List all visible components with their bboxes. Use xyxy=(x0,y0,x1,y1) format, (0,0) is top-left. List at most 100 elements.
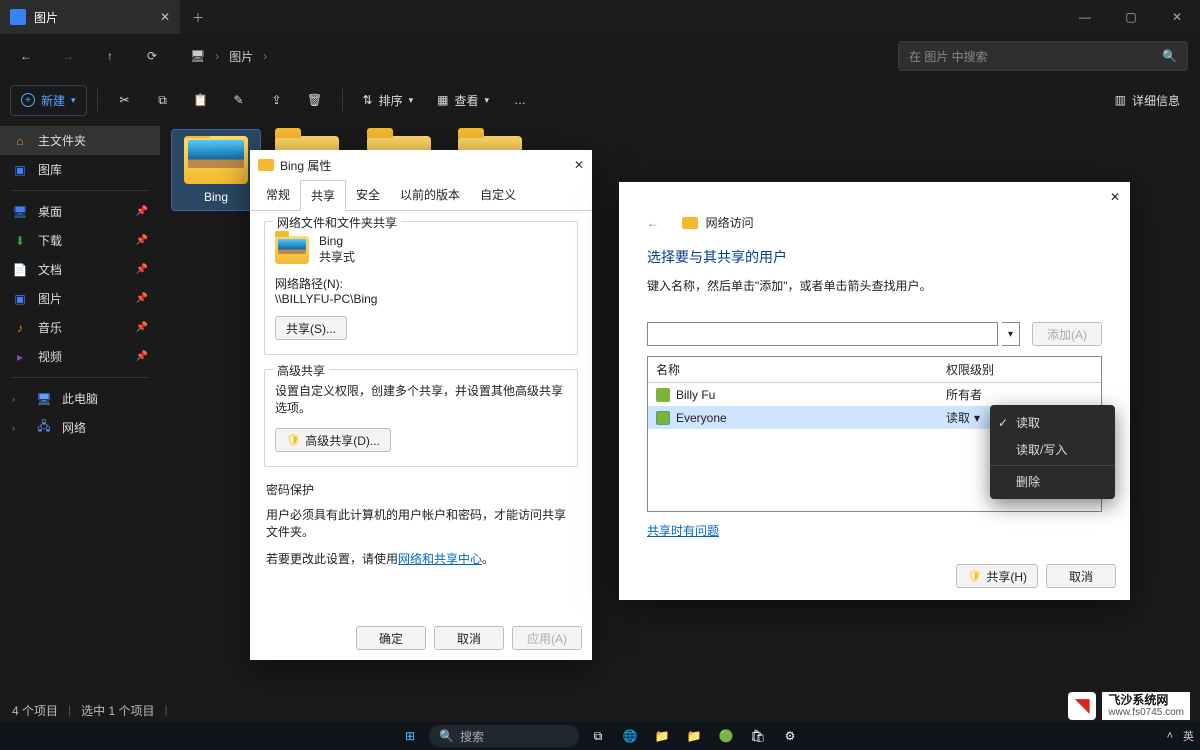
details-pane-button[interactable]: ▥ 详细信息 xyxy=(1105,86,1190,115)
perm-select[interactable]: 读取▾ xyxy=(938,406,988,429)
user-name-input[interactable] xyxy=(647,322,998,346)
advanced-share-button[interactable]: 🛡高级共享(D)... xyxy=(275,428,391,452)
col-perm[interactable]: 权限级别 xyxy=(938,357,1002,382)
new-button[interactable]: + 新建 ▾ xyxy=(10,85,87,116)
view-button[interactable]: ▦ 查看 ▾ xyxy=(427,86,499,115)
menu-item-remove[interactable]: 删除 xyxy=(990,465,1115,495)
user-dropdown-button[interactable]: ▾ xyxy=(1002,322,1020,346)
breadcrumb-item[interactable]: 图片 xyxy=(229,48,253,65)
share-trouble-link[interactable]: 共享时有问题 xyxy=(647,524,719,538)
menu-item-read[interactable]: ✓读取 xyxy=(990,409,1115,436)
folder-item-bing[interactable]: Bing xyxy=(172,130,260,210)
list-row[interactable]: Billy Fu 所有者 xyxy=(648,383,1101,406)
cancel-button[interactable]: 取消 xyxy=(1046,564,1116,588)
watermark: ◥ 飞沙系统网 www.fs0745.com xyxy=(1068,692,1190,720)
tab-previous[interactable]: 以前的版本 xyxy=(390,180,470,210)
shield-icon: 🛡 xyxy=(286,433,301,447)
tab-sharing[interactable]: 共享 xyxy=(300,180,346,211)
close-icon[interactable]: ✕ xyxy=(574,158,584,172)
folder-icon xyxy=(258,159,274,171)
sidebar-item-home[interactable]: ⌂ 主文件夹 xyxy=(0,126,160,155)
ok-button[interactable]: 确定 xyxy=(356,626,426,650)
nav-refresh-button[interactable]: ⟳ xyxy=(138,49,166,63)
taskview-button[interactable]: ⧉ xyxy=(585,725,611,747)
taskbar-app[interactable]: 🌐 xyxy=(617,725,643,747)
close-button[interactable]: ✕ xyxy=(1154,0,1200,34)
dialog-titlebar[interactable]: Bing 属性 ✕ xyxy=(250,150,592,180)
group-password: 密码保护 用户必须具有此计算机的用户帐户和密码，才能访问共享文件夹。 若要更改此… xyxy=(264,481,578,567)
documents-icon: 📄 xyxy=(12,262,28,278)
tab-general[interactable]: 常规 xyxy=(256,180,300,210)
sidebar-item-network[interactable]: ›🖧网络 xyxy=(0,413,160,442)
window-tab[interactable]: 图片 ✕ xyxy=(0,0,180,34)
taskbar-app[interactable]: ⚙ xyxy=(777,725,803,747)
taskbar-search[interactable]: 🔍搜索 xyxy=(429,725,579,747)
group-legend: 密码保护 xyxy=(266,481,576,498)
close-icon[interactable]: ✕ xyxy=(1110,190,1120,204)
selection-count: 选中 1 个项目 xyxy=(81,702,154,719)
sidebar-item-downloads[interactable]: ⬇下载📌 xyxy=(0,226,160,255)
taskbar-app[interactable]: 🟢 xyxy=(713,725,739,747)
rename-icon: ✎ xyxy=(234,93,244,107)
apply-button[interactable]: 应用(A) xyxy=(512,626,582,650)
ime-indicator[interactable]: 英 xyxy=(1183,728,1194,744)
sidebar-item-thispc[interactable]: ›🖥此电脑 xyxy=(0,384,160,413)
paste-button[interactable]: 📋 xyxy=(184,87,218,113)
sidebar-item-pictures[interactable]: ▣图片📌 xyxy=(0,284,160,313)
maximize-button[interactable]: ▢ xyxy=(1108,0,1154,34)
system-tray[interactable]: ˄ 英 xyxy=(1167,728,1194,744)
nav-back-button[interactable]: ← xyxy=(12,49,40,63)
chevron-down-icon: ▾ xyxy=(409,95,414,106)
tray-chevron-icon[interactable]: ˄ xyxy=(1167,730,1173,742)
col-name[interactable]: 名称 xyxy=(648,357,938,382)
chevron-right-icon: › xyxy=(215,49,219,63)
rename-button[interactable]: ✎ xyxy=(222,87,256,113)
tab-custom[interactable]: 自定义 xyxy=(470,180,526,210)
sort-icon: ⇅ xyxy=(363,93,373,107)
video-icon: ▸ xyxy=(12,349,28,365)
share-button[interactable]: 🛡共享(H) xyxy=(956,564,1038,588)
dialog-titlebar[interactable]: ✕ xyxy=(619,182,1130,212)
sidebar-item-documents[interactable]: 📄文档📌 xyxy=(0,255,160,284)
share-button[interactable]: 共享(S)... xyxy=(275,316,347,340)
new-tab-button[interactable]: ＋ xyxy=(180,0,216,34)
nav-up-button[interactable]: ↑ xyxy=(96,49,124,63)
search-icon: 🔍 xyxy=(1162,49,1177,63)
sidebar-item-desktop[interactable]: 🖥桌面📌 xyxy=(0,197,160,226)
nav-forward-button[interactable]: → xyxy=(54,49,82,63)
cut-button[interactable]: ✂ xyxy=(108,87,142,113)
taskbar-app[interactable]: 🛍 xyxy=(745,725,771,747)
separator xyxy=(97,89,98,111)
share-icon: ⇪ xyxy=(272,93,282,107)
tab-security[interactable]: 安全 xyxy=(346,180,390,210)
share-button[interactable]: ⇪ xyxy=(260,87,294,113)
clipboard-icon: 📋 xyxy=(193,93,208,107)
pin-icon: 📌 xyxy=(136,264,148,275)
search-input[interactable]: 在 图片 中搜索 🔍 xyxy=(898,41,1188,71)
delete-button[interactable]: 🗑 xyxy=(298,87,332,113)
group-network-share: 网络文件和文件夹共享 Bing 共享式 网络路径(N): \\BILLYFU-P… xyxy=(264,221,578,355)
sort-button[interactable]: ⇅ 排序 ▾ xyxy=(353,86,424,115)
copy-button[interactable]: ⧉ xyxy=(146,87,180,114)
network-path-label: 网络路径(N): xyxy=(275,275,567,292)
breadcrumb[interactable]: 🖥 › 图片 › xyxy=(190,48,267,65)
add-button[interactable]: 添加(A) xyxy=(1032,322,1102,346)
folder-icon xyxy=(275,236,309,264)
cancel-button[interactable]: 取消 xyxy=(434,626,504,650)
more-button[interactable]: … xyxy=(503,87,537,113)
sidebar-item-music[interactable]: ♪音乐📌 xyxy=(0,313,160,342)
taskbar-app[interactable]: 📁 xyxy=(681,725,707,747)
taskbar-app[interactable]: 📁 xyxy=(649,725,675,747)
chevron-down-icon: ▾ xyxy=(974,411,980,425)
minimize-button[interactable]: — xyxy=(1062,0,1108,34)
pin-icon: 📌 xyxy=(136,322,148,333)
pin-icon: 📌 xyxy=(136,235,148,246)
network-center-link[interactable]: 网络和共享中心 xyxy=(398,552,482,566)
sidebar-item-videos[interactable]: ▸视频📌 xyxy=(0,342,160,371)
sidebar-item-gallery[interactable]: ▣ 图库 xyxy=(0,155,160,184)
dialog-tabs: 常规 共享 安全 以前的版本 自定义 xyxy=(250,180,592,211)
back-arrow-icon[interactable]: ← xyxy=(647,216,659,230)
tab-close-icon[interactable]: ✕ xyxy=(160,10,170,24)
start-button[interactable]: ⊞ xyxy=(397,725,423,747)
menu-item-readwrite[interactable]: 读取/写入 xyxy=(990,436,1115,463)
